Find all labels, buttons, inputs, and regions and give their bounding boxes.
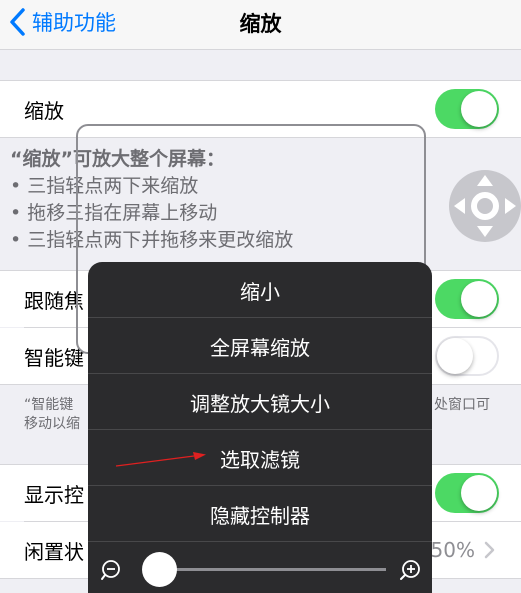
joystick-arrows-icon bbox=[454, 175, 516, 237]
toggle-knob bbox=[461, 475, 497, 511]
idle-opacity-label: 闲置状 bbox=[24, 539, 84, 564]
page-title: 缩放 bbox=[239, 12, 282, 36]
toggle-knob bbox=[461, 281, 497, 317]
toggle-knob bbox=[437, 338, 473, 374]
zoom-level-slider[interactable] bbox=[148, 568, 386, 571]
zoom-label: 缩放 bbox=[24, 98, 64, 123]
show-controller-toggle[interactable] bbox=[435, 473, 499, 513]
menu-item-resize-lens[interactable]: 调整放大镜大小 bbox=[88, 374, 432, 430]
smart-keyboard-toggle[interactable] bbox=[435, 336, 499, 376]
navigation-bar: 辅助功能 缩放 bbox=[0, 0, 521, 50]
menu-item-hide-controller[interactable]: 隐藏控制器 bbox=[88, 486, 432, 542]
zoom-menu: 缩小 全屏幕缩放 调整放大镜大小 选取滤镜 隐藏控制器 bbox=[88, 262, 432, 593]
menu-separator bbox=[88, 541, 432, 542]
menu-item-fullscreen-zoom[interactable]: 全屏幕缩放 bbox=[88, 318, 432, 374]
zoom-joystick[interactable] bbox=[449, 170, 521, 242]
idle-opacity-value: 50% bbox=[430, 538, 475, 562]
zoom-out-icon[interactable] bbox=[100, 558, 124, 582]
follow-focus-toggle[interactable] bbox=[435, 279, 499, 319]
slider-knob[interactable] bbox=[142, 552, 178, 587]
footer-line-right: 处窗口可 bbox=[434, 397, 490, 413]
chevron-right-icon bbox=[484, 541, 495, 559]
menu-item-zoom-out[interactable]: 缩小 bbox=[88, 262, 432, 318]
smart-keyboard-label: 智能键 bbox=[24, 345, 84, 370]
follow-focus-label: 跟随焦 bbox=[24, 288, 84, 313]
idle-opacity-value-wrap: 50% bbox=[431, 538, 497, 562]
toggle-knob bbox=[461, 91, 497, 127]
zoom-in-icon[interactable] bbox=[398, 558, 422, 582]
zoom-toggle[interactable] bbox=[435, 89, 499, 129]
show-controller-label: 显示控 bbox=[24, 482, 84, 507]
red-arrow-annotation bbox=[115, 452, 206, 467]
